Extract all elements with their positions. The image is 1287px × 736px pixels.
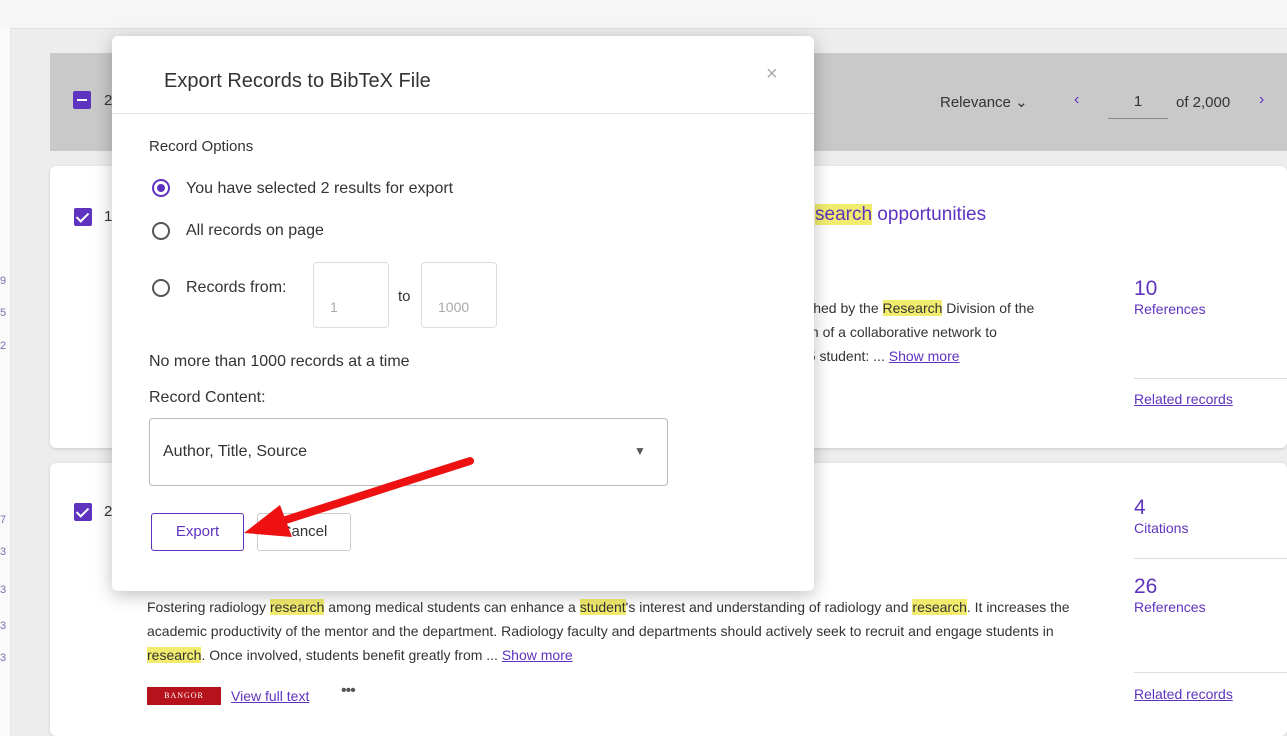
dialog-title: Export Records to BibTeX File <box>164 70 431 92</box>
filter-count: 3 <box>0 652 7 664</box>
record-checkbox[interactable] <box>74 208 92 226</box>
filter-count: 9 <box>0 275 7 287</box>
limit-note: No more than 1000 records at a time <box>149 353 410 370</box>
radio-selected-results-label[interactable]: You have selected 2 results for export <box>186 180 453 198</box>
close-icon[interactable]: × <box>766 63 778 86</box>
references-metric[interactable]: 26 References <box>1134 575 1206 615</box>
sort-label: Relevance <box>940 94 1011 111</box>
references-label: References <box>1134 301 1206 317</box>
view-full-text-link[interactable]: View full text <box>231 688 309 704</box>
highlight-term: research <box>269 599 325 615</box>
references-count: 10 <box>1134 277 1158 300</box>
annotation-arrow-icon <box>244 457 474 537</box>
divider <box>1134 378 1287 379</box>
show-more-link[interactable]: Show more <box>502 647 573 663</box>
record-options-label: Record Options <box>149 138 254 155</box>
more-options-icon[interactable]: ••• <box>341 682 356 700</box>
references-metric[interactable]: 10 References <box>1134 277 1206 317</box>
bangor-university-logo[interactable]: BANGOR <box>147 687 221 705</box>
filter-count: 2 <box>0 340 7 352</box>
previous-page-icon[interactable]: ‹ <box>1074 91 1079 109</box>
range-to-input[interactable]: 1000 <box>421 262 497 328</box>
next-page-icon[interactable]: › <box>1259 91 1264 109</box>
sort-dropdown[interactable]: Relevance ⌄ <box>940 93 1028 111</box>
select-all-checkbox[interactable] <box>73 91 91 109</box>
show-more-link[interactable]: Show more <box>889 348 960 364</box>
radio-all-on-page-label[interactable]: All records on page <box>186 222 324 240</box>
divider <box>1134 558 1287 559</box>
range-from-input[interactable]: 1 <box>313 262 389 328</box>
range-to-label: to <box>398 288 411 305</box>
highlight-term: search <box>815 204 873 225</box>
title-text: opportunities <box>872 204 987 225</box>
page-total: of 2,000 <box>1176 94 1231 111</box>
highlight-term: student <box>579 599 626 615</box>
related-records-link[interactable]: Related records <box>1134 686 1233 702</box>
export-button[interactable]: Export <box>151 513 244 551</box>
radio-records-range-label[interactable]: Records from: <box>186 279 286 297</box>
filter-count: 5 <box>0 307 7 319</box>
filter-count: 3 <box>0 546 7 558</box>
chevron-down-icon: ▼ <box>634 444 646 458</box>
filter-count: 3 <box>0 620 7 632</box>
record-checkbox[interactable] <box>74 503 92 521</box>
references-label: References <box>1134 599 1206 615</box>
radio-records-range[interactable] <box>152 279 170 297</box>
abstract-text: Division of the <box>942 300 1035 316</box>
references-count: 26 <box>1134 575 1158 598</box>
citations-metric[interactable]: 4 Citations <box>1134 496 1188 536</box>
abstract-text: ion of a collaborative network to <box>800 324 997 340</box>
radio-all-on-page[interactable] <box>152 222 170 240</box>
top-bar <box>0 0 1287 29</box>
related-records-link[interactable]: Related records <box>1134 391 1233 407</box>
dialog-divider <box>112 113 814 114</box>
record-content-label: Record Content: <box>149 389 266 406</box>
filter-count: 3 <box>0 584 7 596</box>
abstract-text: Fostering radiology <box>147 599 270 615</box>
abstract-text: among medical students can enhance a <box>324 599 580 615</box>
highlight-term: research <box>147 647 202 663</box>
citations-count: 4 <box>1134 496 1146 519</box>
page-input[interactable]: 1 <box>1108 86 1168 119</box>
divider <box>1134 672 1287 673</box>
record-title[interactable]: search opportunities <box>815 204 986 226</box>
abstract-text: . Once involved, students benefit greatl… <box>201 647 502 663</box>
chevron-down-icon: ⌄ <box>1015 94 1028 111</box>
highlight-term: Research <box>882 300 943 316</box>
record-abstract: lished by the Research Division of the i… <box>800 296 1100 368</box>
record-abstract: Fostering radiology research among medic… <box>147 595 1107 667</box>
radio-selected-results[interactable] <box>152 179 170 197</box>
citations-label: Citations <box>1134 520 1189 536</box>
filter-count: 7 <box>0 514 7 526</box>
abstract-text: 's interest and understanding of radiolo… <box>625 599 913 615</box>
highlight-term: research <box>912 599 967 615</box>
